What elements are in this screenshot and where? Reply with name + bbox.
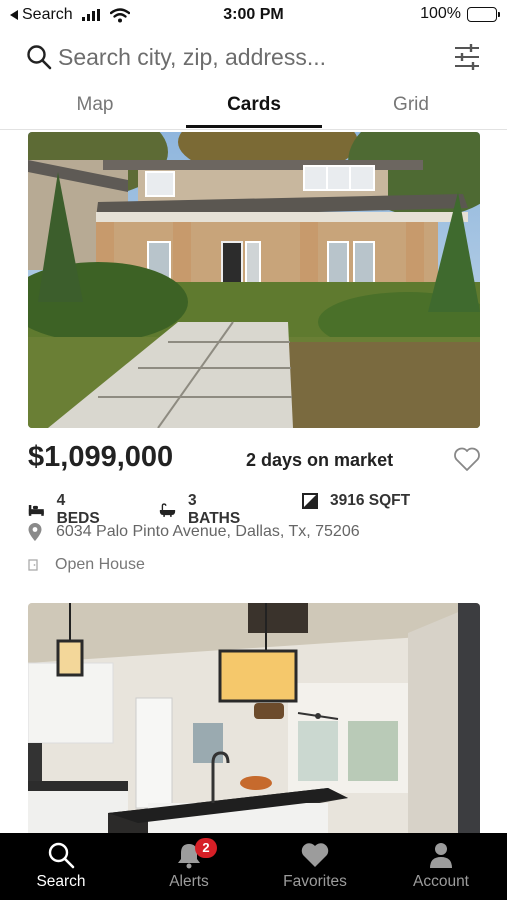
tabbar-favorites-label: Favorites bbox=[283, 873, 347, 890]
square-footage-icon bbox=[302, 493, 318, 509]
listing-address[interactable]: 6034 Palo Pinto Avenue, Dallas, Tx, 7520… bbox=[28, 523, 360, 541]
battery-icon bbox=[467, 6, 500, 22]
tabbar-favorites[interactable]: Favorites bbox=[265, 841, 365, 891]
search-icon bbox=[48, 842, 75, 869]
open-house-label: Open House bbox=[55, 556, 145, 573]
bathtub-icon bbox=[159, 503, 176, 517]
tabbar-search-label: Search bbox=[36, 873, 86, 890]
sqft-value: 3916 SQFT bbox=[330, 492, 411, 509]
heart-icon bbox=[301, 843, 329, 867]
status-bar: Search 3:00 PM 100% bbox=[0, 0, 507, 30]
tabbar-search[interactable]: Search bbox=[11, 841, 111, 891]
tab-cards[interactable]: Cards bbox=[186, 94, 322, 128]
days-on-market: 2 days on market bbox=[246, 450, 394, 470]
filter-sliders-icon[interactable] bbox=[453, 42, 481, 72]
kitchen-interior-image bbox=[28, 603, 480, 835]
tabbar-account[interactable]: Account bbox=[391, 841, 491, 891]
listing-price: $1,099,000 bbox=[28, 441, 174, 473]
favorite-heart-icon[interactable] bbox=[453, 446, 481, 472]
location-pin-icon bbox=[28, 523, 42, 541]
bottom-tab-bar: Search 2 Alerts Favorites Account bbox=[0, 833, 507, 900]
listing-photo[interactable] bbox=[28, 603, 480, 835]
tab-grid[interactable]: Grid bbox=[343, 94, 479, 128]
open-house-row: Open House bbox=[28, 556, 145, 574]
tabbar-alerts[interactable]: 2 Alerts bbox=[139, 838, 239, 891]
battery-indicator: 100% bbox=[420, 5, 500, 23]
bed-icon bbox=[28, 505, 44, 516]
person-icon bbox=[430, 843, 452, 868]
tabbar-account-label: Account bbox=[412, 873, 469, 890]
listing-photo[interactable] bbox=[28, 132, 480, 428]
house-exterior-image bbox=[28, 132, 480, 428]
view-tabs: Map Cards Grid bbox=[0, 88, 507, 130]
address-text: 6034 Palo Pinto Avenue, Dallas, Tx, 7520… bbox=[56, 523, 360, 540]
search-bar bbox=[0, 38, 507, 80]
sqft-fact: 3916 SQFT bbox=[302, 492, 410, 510]
tab-map[interactable]: Map bbox=[27, 94, 163, 128]
search-icon bbox=[27, 45, 52, 70]
battery-percent: 100% bbox=[420, 5, 461, 22]
open-house-icon bbox=[28, 559, 38, 571]
search-input[interactable] bbox=[58, 40, 428, 74]
tabbar-alerts-label: Alerts bbox=[169, 873, 209, 890]
alerts-badge: 2 bbox=[195, 838, 217, 858]
